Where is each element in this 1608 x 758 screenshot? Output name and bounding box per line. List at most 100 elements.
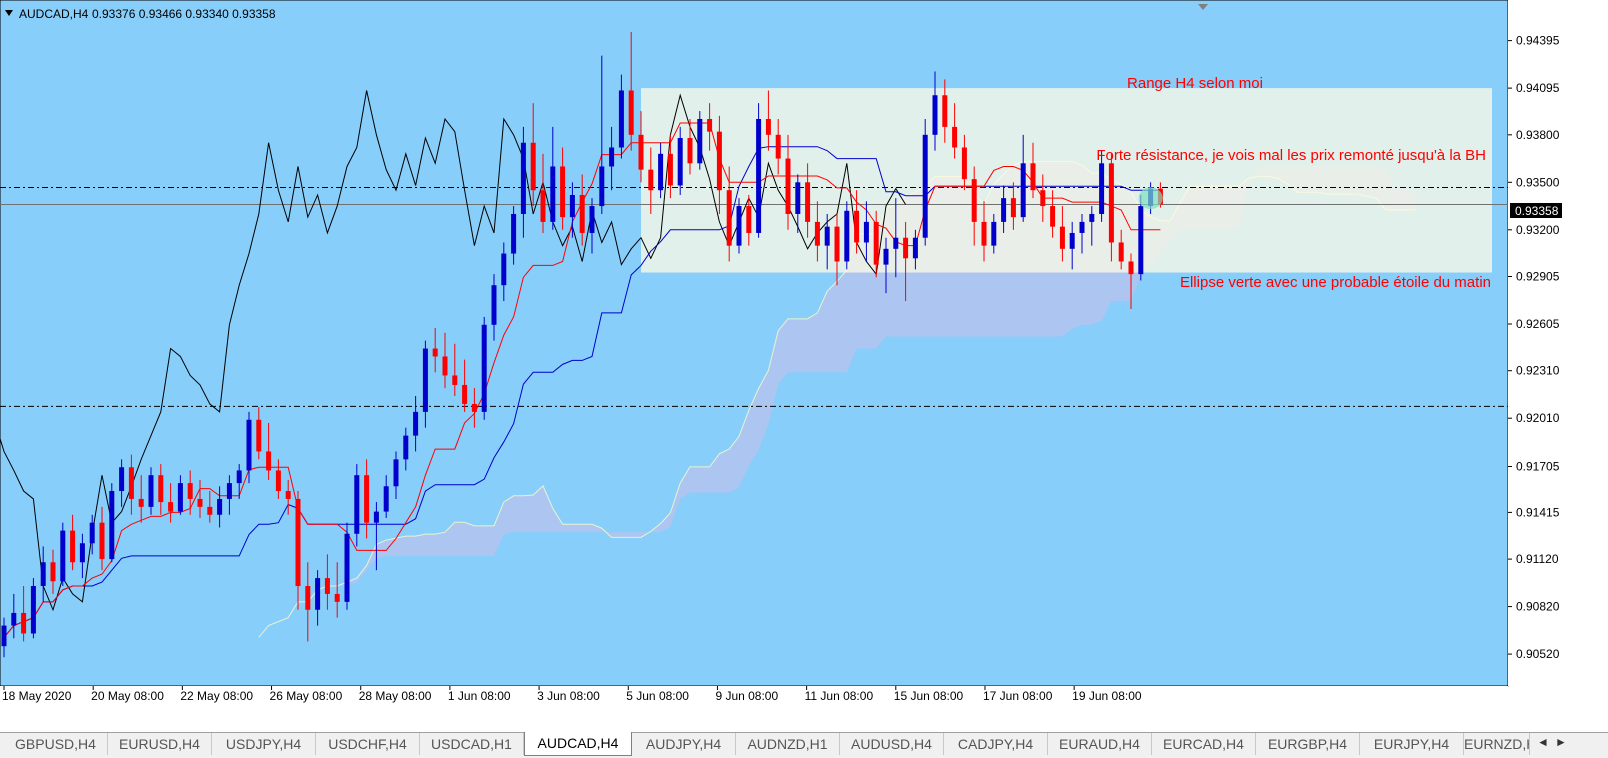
tab-eurcad-h4[interactable]: EURCAD,H4 <box>1152 733 1256 755</box>
candle-body <box>285 491 291 499</box>
candle-body <box>1138 206 1144 275</box>
tab-usdjpy-h4[interactable]: USDJPY,H4 <box>212 733 316 755</box>
candle-body <box>638 134 644 170</box>
price-tick-label: 0.90520 <box>1516 647 1560 661</box>
price-tick-label: 0.93200 <box>1516 223 1560 237</box>
candle-body <box>334 593 340 602</box>
candle-body <box>226 483 232 499</box>
candle-body <box>667 153 673 186</box>
candle-body <box>716 131 722 191</box>
candle-body <box>187 483 193 499</box>
candle-body <box>569 194 575 218</box>
tab-scroll-right-icon[interactable]: ► <box>1553 735 1569 749</box>
price-chart[interactable]: 0.94395 0.94095 0.93800 0.93500 0.93200 0.929… <box>0 0 1608 732</box>
symbol-tab-bar: ◄ ► GBPUSD,H4 EURUSD,H4 USDJPY,H4 USDCHF,H4… <box>0 732 1608 758</box>
tab-scroll-left-icon[interactable]: ◄ <box>1535 735 1551 749</box>
candle-body <box>119 467 125 492</box>
candle-body <box>540 190 546 222</box>
candle-body <box>834 226 840 262</box>
price-tick-label: 0.92605 <box>1516 317 1560 331</box>
candle-body <box>991 221 997 246</box>
candle-body <box>560 166 566 218</box>
time-tick-label: 1 Jun 08:00 <box>448 689 511 703</box>
candle-body <box>197 498 203 507</box>
candle-body <box>765 118 771 135</box>
tab-gbpusd-h4[interactable]: GBPUSD,H4 <box>4 733 108 755</box>
candle-body <box>21 612 27 634</box>
price-tick-label: 0.91120 <box>1516 552 1559 566</box>
candle-body <box>756 118 762 233</box>
tab-eurusd-h4[interactable]: EURUSD,H4 <box>108 733 212 755</box>
candle-body <box>432 348 438 357</box>
candle-body <box>207 506 213 515</box>
candle-body <box>462 384 468 404</box>
tab-usdchf-h4[interactable]: USDCHF,H4 <box>316 733 420 755</box>
tab-usdcad-h1[interactable]: USDCAD,H1 <box>420 733 524 755</box>
candle-body <box>599 166 605 207</box>
candle-body <box>961 147 967 180</box>
candle-body <box>344 533 350 602</box>
candle-body <box>746 206 752 233</box>
candle-body <box>520 142 526 214</box>
time-tick-label: 15 Jun 08:00 <box>894 689 964 703</box>
morning-star-ellipse <box>1138 187 1163 210</box>
candle-body <box>726 190 732 246</box>
candle-body <box>275 470 281 492</box>
annotation-morning-star: Ellipse verte avec une probable étoile d… <box>1180 274 1491 291</box>
candle-body <box>383 486 389 512</box>
candle-body <box>609 147 615 167</box>
candle-body <box>89 522 95 544</box>
candle-body <box>1108 163 1114 243</box>
price-tick-label: 0.92310 <box>1516 364 1560 378</box>
candle-body <box>805 182 811 222</box>
tab-eurnzd-h4[interactable]: EURNZD,H4 <box>1464 733 1530 755</box>
candle-body <box>1050 206 1056 227</box>
candle-body <box>942 95 948 127</box>
candle-body <box>295 498 301 587</box>
candle-body <box>550 166 556 222</box>
candle-body <box>1010 198 1016 218</box>
candle-body <box>981 221 987 246</box>
candle-body <box>246 419 252 471</box>
candle-body <box>393 459 399 487</box>
price-tick-label: 0.94395 <box>1516 34 1560 48</box>
price-tick-label: 0.92010 <box>1516 411 1560 425</box>
candle-body <box>903 237 909 259</box>
candle-body <box>844 210 850 262</box>
candle-body <box>824 226 830 246</box>
tab-audnzd-h1[interactable]: AUDNZD,H1 <box>736 733 840 755</box>
tab-audusd-h4[interactable]: AUDUSD,H4 <box>840 733 944 755</box>
candle-body <box>530 142 536 191</box>
candle-body <box>952 126 958 148</box>
candle-body <box>30 586 36 634</box>
candle-body <box>79 543 85 563</box>
candle-body <box>413 411 419 436</box>
candle-body <box>736 206 742 246</box>
candle-body <box>589 206 595 233</box>
candle-body <box>11 612 17 626</box>
tab-eurgbp-h4[interactable]: EURGBP,H4 <box>1256 733 1360 755</box>
candle-body <box>1030 163 1036 191</box>
candle-body <box>707 118 713 132</box>
tab-audjpy-h4[interactable]: AUDJPY,H4 <box>632 733 736 755</box>
annotation-resistance: Forte résistance, je vois mal les prix r… <box>1096 147 1486 164</box>
tab-eurjpy-h4[interactable]: EURJPY,H4 <box>1360 733 1464 755</box>
tab-audcad-h4[interactable]: AUDCAD,H4 <box>524 732 632 756</box>
candle-body <box>1001 198 1007 222</box>
candle-body <box>971 179 977 222</box>
candle-body <box>1118 242 1124 262</box>
candle-body <box>1 625 7 647</box>
tab-cadjpy-h4[interactable]: CADJPY,H4 <box>944 733 1048 755</box>
candle-body <box>511 213 517 254</box>
candle-body <box>873 221 879 265</box>
time-tick-label: 18 May 2020 <box>2 689 72 703</box>
tab-euraud-h4[interactable]: EURAUD,H4 <box>1048 733 1152 755</box>
candle-body <box>618 90 624 148</box>
candle-body <box>893 237 899 249</box>
time-tick-label: 22 May 08:00 <box>180 689 253 703</box>
candle-body <box>99 522 105 560</box>
candle-body <box>854 210 860 243</box>
candle-body <box>452 375 458 385</box>
candle-body <box>1040 190 1046 207</box>
chart-area[interactable]: 0.94395 0.94095 0.93800 0.93500 0.93200 0.929… <box>0 0 1608 732</box>
